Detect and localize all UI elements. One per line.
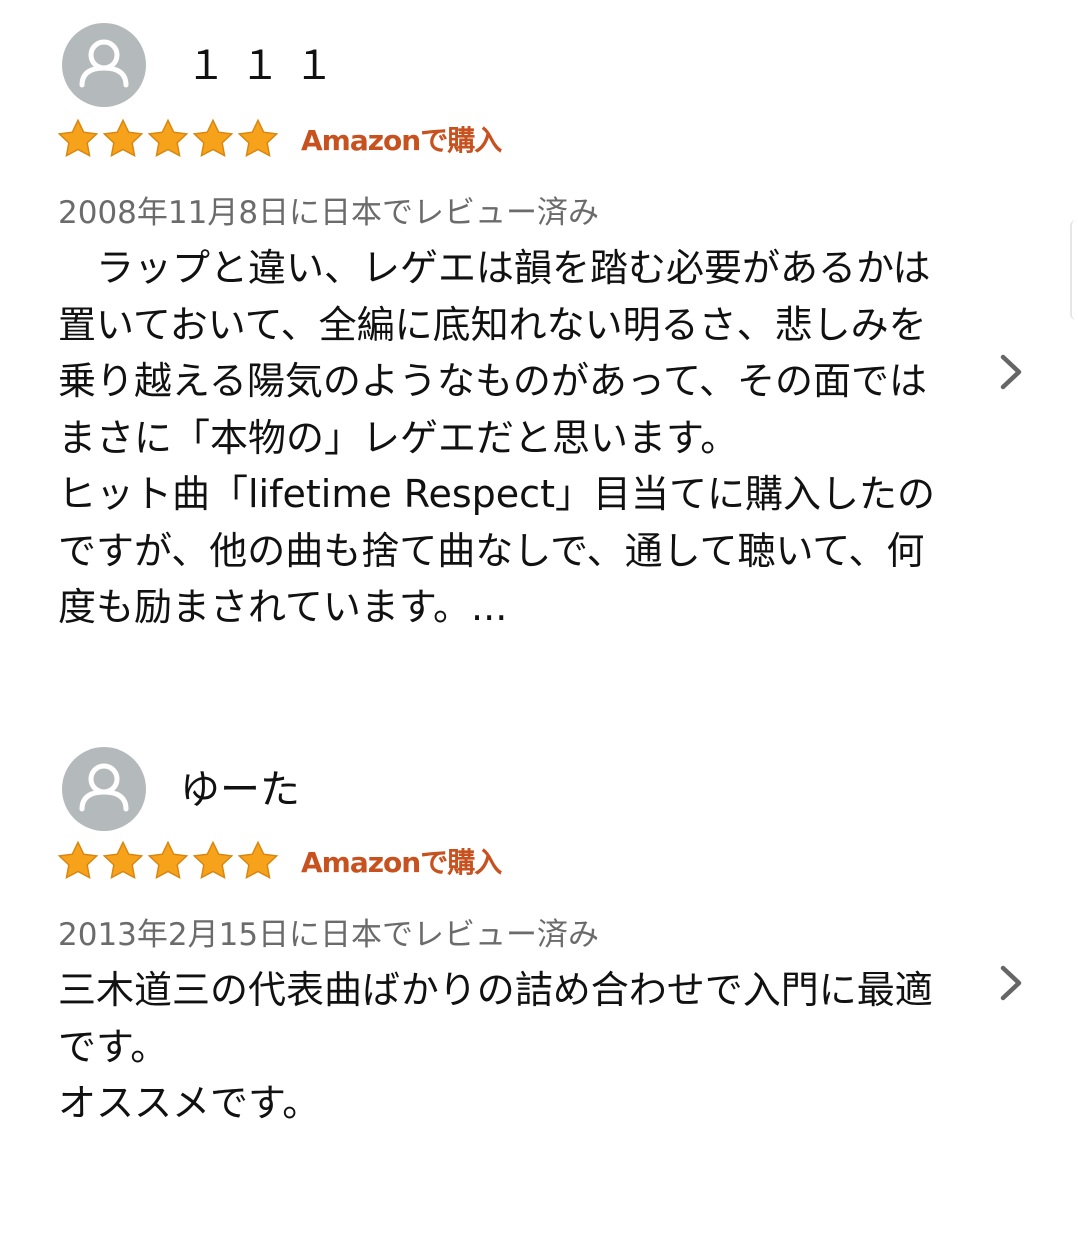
star-icon <box>146 117 190 161</box>
verified-purchase-badge: Amazonで購入 <box>301 846 502 879</box>
rating-row: Amazonで購入 <box>56 117 502 161</box>
reviewer-name[interactable]: ゆーた <box>180 766 300 814</box>
star-icon <box>56 117 100 161</box>
chevron-right-icon[interactable] <box>994 961 1028 1005</box>
scrollbar[interactable] <box>1070 220 1078 320</box>
star-icon <box>236 839 280 883</box>
review-body[interactable]: ラップと違い、レゲエは韻を踏む必要があるかは置いておいて、全編に底知れない明るさ… <box>58 240 938 636</box>
star-icon <box>236 117 280 161</box>
user-avatar-icon <box>62 23 146 107</box>
reviewer-name[interactable]: １１１ <box>186 42 348 90</box>
chevron-right-icon[interactable] <box>994 350 1028 394</box>
star-rating <box>56 117 281 161</box>
star-icon <box>191 839 235 883</box>
star-icon <box>101 839 145 883</box>
star-rating <box>56 839 281 883</box>
rating-row: Amazonで購入 <box>56 839 502 883</box>
review-date: 2013年2月15日に日本でレビュー済み <box>58 917 600 953</box>
review-date: 2008年11月8日に日本でレビュー済み <box>58 195 600 231</box>
star-icon <box>146 839 190 883</box>
user-avatar-icon <box>62 747 146 831</box>
review-card[interactable]: １１１ Amazonで購入 2008年11月8日に日本でレビュー済み ラップと違… <box>0 0 1078 720</box>
review-card[interactable]: ゆーた Amazonで購入 2013年2月15日に日本でレビュー済み 三木道三の… <box>0 720 1078 1254</box>
star-icon <box>56 839 100 883</box>
verified-purchase-badge: Amazonで購入 <box>301 124 502 157</box>
review-body[interactable]: 三木道三の代表曲ばかりの詰め合わせで入門に最適です。 オススメです。 <box>58 962 938 1132</box>
star-icon <box>191 117 235 161</box>
star-icon <box>101 117 145 161</box>
